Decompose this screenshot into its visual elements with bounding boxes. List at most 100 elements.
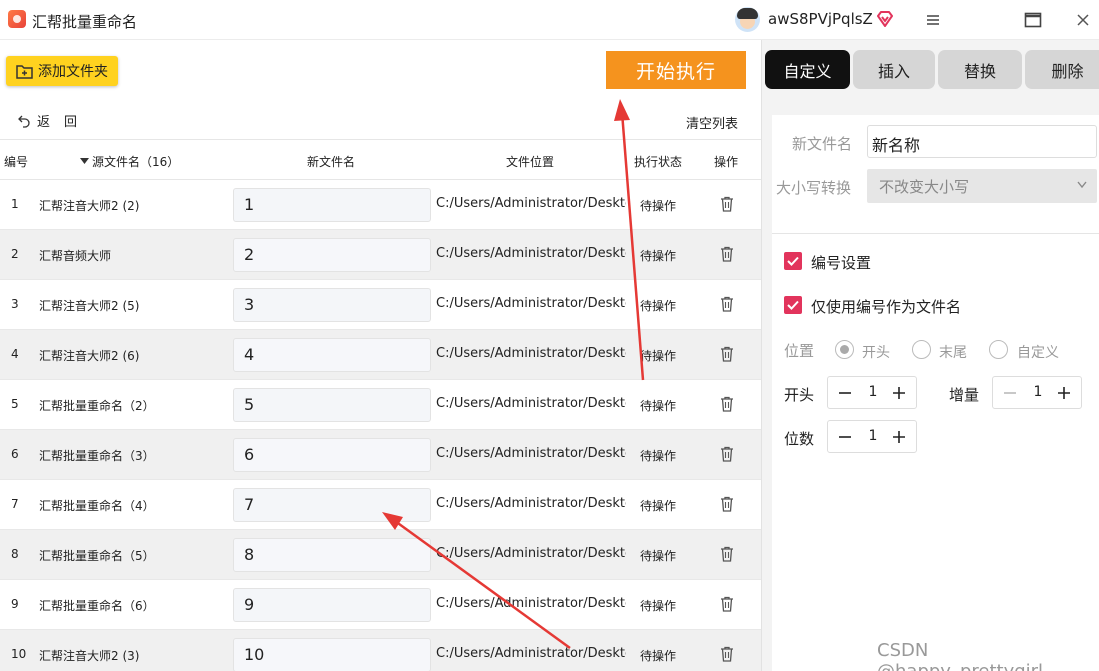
tab-custom[interactable]: 自定义 [765,50,850,89]
position-radio-start[interactable] [835,340,854,359]
plus-icon[interactable] [890,428,908,446]
row-new-name-input[interactable]: 9 [233,588,431,622]
row-new-name-input[interactable]: 8 [233,538,431,572]
row-status: 待操作 [640,299,677,313]
start-button[interactable]: 开始执行 [606,51,746,89]
table-row[interactable]: 1 汇帮注音大师2 (2) 1 C:/Users/Administrator/Desk… [0,180,761,230]
chevron-down-icon [1077,181,1087,189]
divider [772,233,1099,234]
start-stepper[interactable]: 1 [827,376,917,409]
row-location: C:/Users/Administrator/Desktop, [436,546,626,561]
position-option-end: 末尾 [939,345,967,361]
header-no: 编号 [4,155,29,169]
trash-icon[interactable] [720,446,734,462]
table-row[interactable]: 5 汇帮批量重命名（2） 5 C:/Users/Administrator/Deskt… [0,380,761,430]
row-location: C:/Users/Administrator/Desktop, [436,346,626,361]
trash-icon[interactable] [720,296,734,312]
header-op: 操作 [714,155,739,169]
tab-delete[interactable]: 删除 [1025,50,1099,89]
row-location: C:/Users/Administrator/Desktop, [436,446,626,461]
row-number: 4 [11,347,19,361]
row-number: 2 [11,247,19,261]
header-source[interactable]: 源文件名（16） [80,153,179,170]
row-new-name-input[interactable]: 7 [233,488,431,522]
app-window: 汇帮批量重命名 awS8PVjPqlsZ 添加文件夹 开始执行 返回 清空列表 … [0,0,1099,671]
position-radio-end[interactable] [912,340,931,359]
increment-stepper[interactable]: 1 [992,376,1082,409]
trash-icon[interactable] [720,346,734,362]
row-status: 待操作 [640,649,677,663]
case-label: 大小写转换 [776,179,852,197]
tab-replace[interactable]: 替换 [938,50,1022,89]
add-folder-button[interactable]: 添加文件夹 [6,56,118,86]
trash-icon[interactable] [720,546,734,562]
row-source-name: 汇帮注音大师2 (3) [39,649,140,663]
back-label: 返回 [37,115,92,130]
plus-icon[interactable] [890,384,908,402]
row-number: 6 [11,447,19,461]
trash-icon[interactable] [720,496,734,512]
tab-insert[interactable]: 插入 [853,50,935,89]
username[interactable]: awS8PVjPqlsZ [768,10,873,28]
table-row[interactable]: 6 汇帮批量重命名（3） 6 C:/Users/Administrator/Deskt… [0,430,761,480]
row-new-name-input[interactable]: 1 [233,188,431,222]
row-new-name-input[interactable]: 2 [233,238,431,272]
row-new-name-input[interactable]: 4 [233,338,431,372]
back-button[interactable]: 返回 [17,111,91,130]
row-number: 1 [11,197,19,211]
row-source-name: 汇帮音频大师 [39,249,112,263]
numbering-checkbox[interactable] [784,252,802,270]
row-new-name-input[interactable]: 5 [233,388,431,422]
settings-body: 新文件名 新名称 大小写转换 不改变大小写 编号设置 仅使用编号作为文件名 位置… [772,115,1099,671]
table-row[interactable]: 7 汇帮批量重命名（4） 7 C:/Users/Administrator/Deskt… [0,480,761,530]
row-location: C:/Users/Administrator/Desktop, [436,496,626,511]
position-radio-custom[interactable] [989,340,1008,359]
row-status: 待操作 [640,349,677,363]
row-new-name-input[interactable]: 10 [233,638,431,671]
row-status: 待操作 [640,199,677,213]
plus-icon[interactable] [1055,384,1073,402]
back-arrow-icon [18,115,30,128]
row-location: C:/Users/Administrator/Desktop, [436,596,626,611]
row-status: 待操作 [640,449,677,463]
only-number-checkbox[interactable] [784,296,802,314]
vip-diamond-icon[interactable] [876,10,894,28]
row-number: 8 [11,547,19,561]
table-row[interactable]: 8 汇帮批量重命名（5） 8 C:/Users/Administrator/Deskt… [0,530,761,580]
table-row[interactable]: 4 汇帮注音大师2 (6) 4 C:/Users/Administrator/Desk… [0,330,761,380]
new-name-input[interactable]: 新名称 [867,125,1097,158]
clear-list-button[interactable]: 清空列表 [686,113,738,132]
row-new-name-input[interactable]: 6 [233,438,431,472]
row-source-name: 汇帮批量重命名（2） [39,399,155,413]
row-new-name-input[interactable]: 3 [233,288,431,322]
app-title: 汇帮批量重命名 [32,13,138,31]
avatar-icon[interactable] [735,7,760,32]
digits-label: 位数 [784,430,815,448]
only-number-label: 仅使用编号作为文件名 [811,298,962,316]
trash-icon[interactable] [720,246,734,262]
row-source-name: 汇帮批量重命名（3） [39,449,155,463]
table-row[interactable]: 9 汇帮批量重命名（6） 9 C:/Users/Administrator/Deskt… [0,580,761,630]
file-table: 编号 源文件名（16） 新文件名 文件位置 执行状态 操作 1 汇帮注音大师2 (… [0,139,761,671]
row-status: 待操作 [640,499,677,513]
close-icon[interactable] [1075,12,1091,28]
header-new-name: 新文件名 [307,155,356,169]
case-select[interactable]: 不改变大小写 [867,169,1097,203]
maximize-icon[interactable] [1024,12,1042,28]
trash-icon[interactable] [720,646,734,662]
position-option-start: 开头 [862,345,890,361]
table-row[interactable]: 3 汇帮注音大师2 (5) 3 C:/Users/Administrator/Desk… [0,280,761,330]
row-source-name: 汇帮批量重命名（5） [39,549,155,563]
table-row[interactable]: 10 汇帮注音大师2 (3) 10 C:/Users/Administrator/De… [0,630,761,671]
digits-stepper[interactable]: 1 [827,420,917,453]
row-source-name: 汇帮批量重命名（6） [39,599,155,613]
trash-icon[interactable] [720,196,734,212]
new-name-label: 新文件名 [792,135,853,153]
table-row[interactable]: 2 汇帮音频大师 2 C:/Users/Administrator/Desktop, 待… [0,230,761,280]
row-location: C:/Users/Administrator/Desktop, [436,246,626,261]
trash-icon[interactable] [720,396,734,412]
row-number: 5 [11,397,19,411]
trash-icon[interactable] [720,596,734,612]
add-folder-label: 添加文件夹 [38,64,108,80]
menu-icon[interactable] [925,12,941,28]
